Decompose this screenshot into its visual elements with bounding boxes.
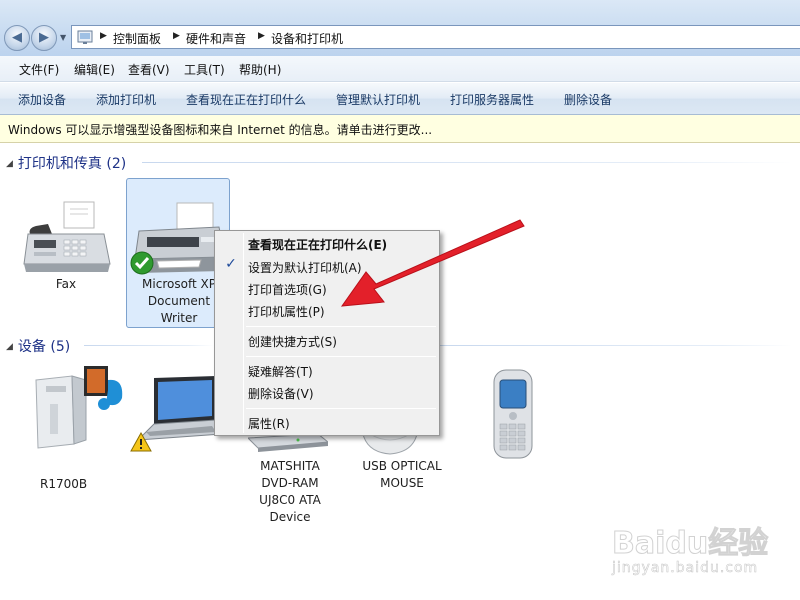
- device-name-line: [14, 454, 118, 471]
- checkmark-icon: ✓: [225, 256, 237, 272]
- menu-bar: 文件(F) 编辑(E) 查看(V) 工具(T) 帮助(H): [0, 56, 800, 82]
- breadcrumb-hardware-sound[interactable]: 硬件和声音: [186, 30, 246, 47]
- back-button[interactable]: ◀: [4, 25, 30, 51]
- warning-icon: [130, 432, 152, 452]
- menu-help[interactable]: 帮助(H): [239, 61, 281, 78]
- device-tile-pc[interactable]: R1700B: [14, 358, 123, 498]
- menu-item-remove-device[interactable]: 删除设备(V): [248, 385, 314, 402]
- menu-separator: [246, 326, 436, 327]
- group-header-printers[interactable]: ◢ 打印机和传真 (2): [6, 153, 126, 173]
- group-divider: [142, 162, 792, 163]
- menu-item-set-default-printer[interactable]: 设置为默认打印机(A): [248, 259, 362, 276]
- forward-button[interactable]: ▶: [31, 25, 57, 51]
- fax-icon: [23, 201, 111, 272]
- group-title-printers: 打印机和传真 (2): [17, 156, 127, 172]
- menu-separator: [246, 408, 436, 409]
- device-name-line: Device: [269, 510, 311, 524]
- menu-item-printing-preferences[interactable]: 打印首选项(G): [248, 281, 327, 298]
- default-printer-check-icon: [130, 251, 154, 275]
- context-menu: ✓ 查看现在正在打印什么(E) 设置为默认打印机(A) 打印首选项(G) 打印机…: [214, 230, 440, 436]
- breadcrumb-separator-icon[interactable]: ▶: [258, 31, 265, 41]
- context-menu-gutter: [243, 233, 244, 433]
- add-printer-button[interactable]: 添加打印机: [96, 91, 156, 108]
- breadcrumb-separator-icon[interactable]: ▶: [100, 31, 107, 41]
- device-tile-mobile-phone[interactable]: [462, 358, 566, 498]
- media-center-pc-icon: [35, 366, 123, 449]
- menu-item-troubleshoot[interactable]: 疑难解答(T): [248, 363, 313, 380]
- forward-arrow-icon: ▶: [39, 30, 49, 45]
- menu-tools[interactable]: 工具(T): [184, 61, 225, 78]
- menu-item-see-whats-printing[interactable]: 查看现在正在打印什么(E): [248, 236, 387, 253]
- manage-default-printers-button[interactable]: 管理默认打印机: [336, 91, 420, 108]
- address-box[interactable]: ▶ 控制面板 ▶ 硬件和声音 ▶ 设备和打印机: [71, 25, 800, 49]
- group-divider: [440, 345, 792, 346]
- menu-item-properties[interactable]: 属性(R): [248, 415, 290, 432]
- device-name-line: UJ8C0 ATA: [259, 493, 321, 507]
- mobile-phone-icon: [493, 369, 533, 459]
- menu-item-create-shortcut[interactable]: 创建快捷方式(S): [248, 333, 337, 350]
- add-device-button[interactable]: 添加设备: [18, 91, 66, 108]
- see-whats-printing-button[interactable]: 查看现在正在打印什么: [186, 91, 306, 108]
- device-name-line: MATSHITA: [260, 459, 320, 473]
- address-bar: ◀ ▶ ▼ ▶ 控制面板 ▶ 硬件和声音 ▶ 设备和打印机: [0, 0, 800, 56]
- device-name-fax: Fax: [55, 277, 77, 291]
- menu-edit[interactable]: 编辑(E): [74, 61, 115, 78]
- watermark-url: jingyan.baidu.com: [612, 560, 759, 577]
- breadcrumb-devices-printers[interactable]: 设备和打印机: [271, 30, 343, 47]
- remove-device-button[interactable]: 删除设备: [564, 91, 612, 108]
- info-bar-text: Windows 可以显示增强型设备图标和来自 Internet 的信息。请单击进…: [8, 123, 433, 137]
- watermark-logo: Baidu经验: [611, 526, 769, 562]
- device-tile-fax[interactable]: Fax: [14, 180, 118, 320]
- collapse-arrow-icon[interactable]: ◢: [6, 342, 13, 352]
- back-arrow-icon: ◀: [12, 30, 22, 45]
- group-title-devices: 设备 (5): [17, 339, 71, 355]
- breadcrumb-control-panel[interactable]: 控制面板: [113, 30, 161, 47]
- menu-item-printer-properties[interactable]: 打印机属性(P): [248, 303, 325, 320]
- menu-file[interactable]: 文件(F): [19, 61, 59, 78]
- baidu-watermark: Baidu经验 jingyan.baidu.com: [611, 518, 792, 588]
- command-bar: 添加设备 添加打印机 查看现在正在打印什么 管理默认打印机 打印服务器属性 删除…: [0, 83, 800, 115]
- menu-view[interactable]: 查看(V): [128, 61, 170, 78]
- recent-pages-dropdown-icon[interactable]: ▼: [60, 33, 66, 42]
- control-panel-icon: [77, 30, 93, 44]
- print-server-properties-button[interactable]: 打印服务器属性: [450, 91, 534, 108]
- device-name-partial: R1700B: [40, 477, 88, 491]
- group-divider: [84, 345, 214, 346]
- device-name-line: DVD-RAM: [261, 476, 319, 490]
- collapse-arrow-icon[interactable]: ◢: [6, 159, 13, 169]
- menu-separator: [246, 356, 436, 357]
- device-name-line: USB OPTICAL: [362, 459, 442, 473]
- device-name-line: MOUSE: [380, 476, 424, 490]
- group-header-devices[interactable]: ◢ 设备 (5): [6, 336, 70, 356]
- info-bar[interactable]: Windows 可以显示增强型设备图标和来自 Internet 的信息。请单击进…: [0, 115, 800, 143]
- breadcrumb-separator-icon[interactable]: ▶: [173, 31, 180, 41]
